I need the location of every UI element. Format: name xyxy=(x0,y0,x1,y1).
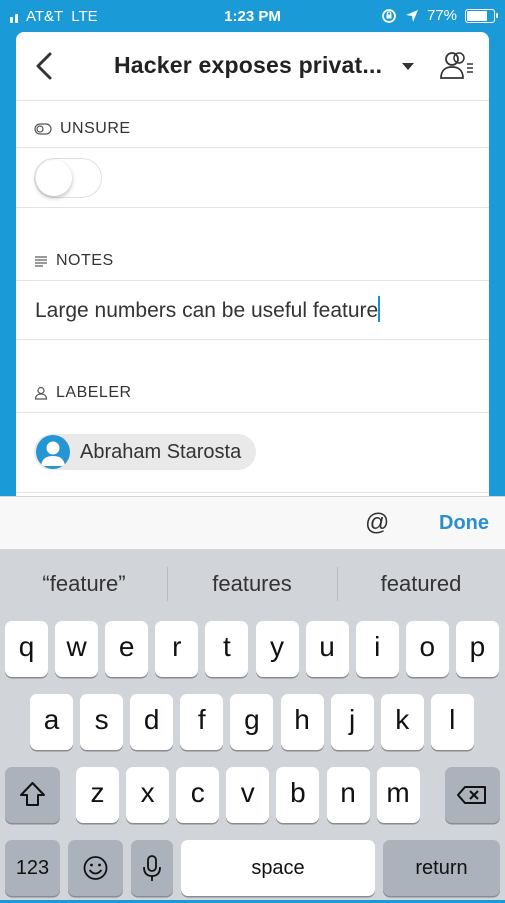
backspace-key[interactable] xyxy=(445,767,500,823)
divider xyxy=(16,147,489,148)
letter-key-s[interactable]: s xyxy=(80,694,124,750)
suggestion-item[interactable]: featured xyxy=(337,571,505,597)
toggle-knob xyxy=(36,160,72,196)
divider xyxy=(16,280,489,281)
unsure-section-label: UNSURE xyxy=(34,120,131,138)
letter-key-z[interactable]: z xyxy=(76,767,119,823)
letter-key-g[interactable]: g xyxy=(230,694,274,750)
emoji-icon xyxy=(83,856,108,880)
letter-key-w[interactable]: w xyxy=(55,621,99,677)
done-button[interactable]: Done xyxy=(439,512,489,535)
notes-value: Large numbers can be useful feature xyxy=(35,299,379,322)
unsure-label-text: UNSURE xyxy=(60,120,131,137)
keyboard: “feature” features featured qwertyuiopas… xyxy=(0,549,505,900)
letter-key-o[interactable]: o xyxy=(405,621,449,677)
collaborators-icon[interactable] xyxy=(439,50,475,82)
suggestion-item[interactable]: features xyxy=(168,571,336,597)
location-icon xyxy=(405,9,418,22)
keyboard-accessory-bar: @ Done xyxy=(0,496,505,550)
letter-key-c[interactable]: c xyxy=(176,767,220,823)
shift-key[interactable] xyxy=(5,767,60,823)
notes-lines-icon xyxy=(35,256,47,267)
text-cursor xyxy=(378,296,381,322)
letter-key-k[interactable]: k xyxy=(380,694,424,750)
numbers-key[interactable]: 123 xyxy=(5,840,60,896)
letter-key-j[interactable]: j xyxy=(330,694,374,750)
letter-key-p[interactable]: p xyxy=(455,621,499,677)
letter-key-i[interactable]: i xyxy=(355,621,399,677)
back-chevron-icon[interactable] xyxy=(30,50,60,82)
dictation-key[interactable] xyxy=(131,840,173,896)
notes-label-text: NOTES xyxy=(56,252,114,269)
backspace-icon xyxy=(457,786,486,804)
nav-bar: Hacker exposes privat... xyxy=(16,32,489,101)
letter-key-m[interactable]: m xyxy=(376,767,420,823)
letter-key-v[interactable]: v xyxy=(226,767,270,823)
letter-key-n[interactable]: n xyxy=(326,767,370,823)
chevron-down-icon[interactable] xyxy=(402,63,414,70)
emoji-key[interactable] xyxy=(68,840,123,896)
letter-key-r[interactable]: r xyxy=(155,621,199,677)
suggestion-item[interactable]: “feature” xyxy=(0,571,168,597)
avatar-person-icon xyxy=(41,441,65,466)
shift-arrow-icon xyxy=(20,782,45,806)
unsure-toggle[interactable] xyxy=(34,158,102,198)
labeler-name: Abraham Starosta xyxy=(80,441,242,463)
labeler-label-text: LABELER xyxy=(56,384,132,401)
letter-key-t[interactable]: t xyxy=(205,621,249,677)
person-icon xyxy=(34,386,48,400)
mention-button[interactable]: @ xyxy=(365,509,389,537)
letter-key-e[interactable]: e xyxy=(105,621,149,677)
microphone-icon xyxy=(143,855,161,881)
detail-card: Hacker exposes privat... UNSURE NOTES La… xyxy=(16,32,489,500)
predictive-bar: “feature” features featured xyxy=(0,549,505,619)
letter-key-q[interactable]: q xyxy=(5,621,48,677)
battery-fill xyxy=(467,10,487,21)
letter-key-a[interactable]: a xyxy=(30,694,73,750)
divider xyxy=(16,339,489,340)
page-title[interactable]: Hacker exposes privat... xyxy=(114,52,382,79)
battery-percent: 77% xyxy=(426,7,457,24)
orientation-lock-icon xyxy=(382,8,396,23)
status-bar: AT&T LTE 1:23 PM 77% xyxy=(0,0,505,34)
labeler-chip[interactable]: Abraham Starosta xyxy=(34,434,257,470)
eye-icon xyxy=(34,123,52,135)
divider xyxy=(16,412,489,413)
notes-section-label: NOTES xyxy=(34,252,114,270)
labeler-section-label: LABELER xyxy=(34,384,132,402)
notes-field[interactable]: Large numbers can be useful feature xyxy=(35,296,381,323)
divider xyxy=(16,207,489,208)
letter-key-h[interactable]: h xyxy=(280,694,324,750)
battery-icon xyxy=(465,8,498,23)
letter-key-u[interactable]: u xyxy=(305,621,349,677)
letter-key-f[interactable]: f xyxy=(180,694,224,750)
letter-key-x[interactable]: x xyxy=(126,767,170,823)
letter-key-l[interactable]: l xyxy=(430,694,474,750)
letter-key-y[interactable]: y xyxy=(255,621,299,677)
letter-key-b[interactable]: b xyxy=(276,767,320,823)
avatar xyxy=(36,435,70,469)
letter-key-d[interactable]: d xyxy=(130,694,174,750)
divider xyxy=(16,492,489,493)
return-key[interactable]: return xyxy=(383,840,500,896)
space-key[interactable]: space xyxy=(181,840,375,896)
